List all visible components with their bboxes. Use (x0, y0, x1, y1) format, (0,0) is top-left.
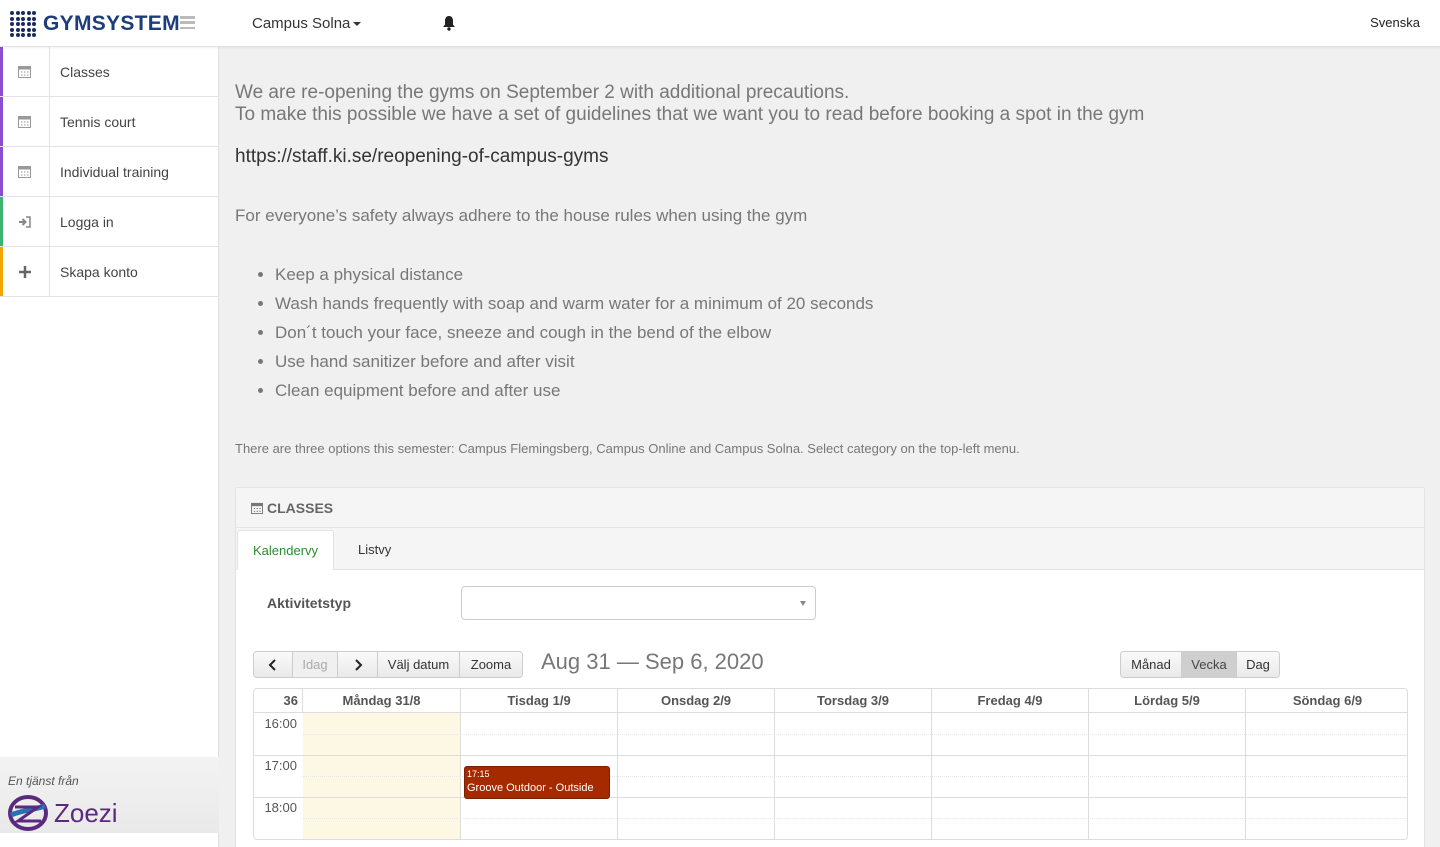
time-label: 17:00 (264, 758, 297, 773)
sidebar: Classes Tennis court Individual training… (0, 46, 219, 847)
tab-listvy[interactable]: Listvy (343, 530, 406, 570)
sidebar-item-label: Tennis court (60, 113, 136, 130)
options-text: There are three options this semester: C… (235, 441, 1020, 456)
date-range-title: Aug 31 — Sep 6, 2020 (541, 649, 764, 674)
week-view-button[interactable]: Vecka (1182, 652, 1237, 677)
guidelines-link[interactable]: https://staff.ki.se/reopening-of-campus-… (235, 146, 608, 168)
month-view-button[interactable]: Månad (1121, 652, 1182, 677)
list-item: Use hand sanitizer before and after visi… (275, 347, 873, 376)
day-header: Måndag 31/8 (303, 689, 461, 713)
item-color-bar (0, 147, 3, 196)
list-item: Clean equipment before and after use (275, 376, 873, 405)
event-name: Groove Outdoor - Outside (467, 782, 594, 794)
item-color-bar (0, 47, 3, 96)
sidebar-item-label: Classes (60, 63, 110, 80)
activity-type-label: Aktivitetstyp (267, 595, 352, 611)
plus-icon (0, 246, 50, 297)
chevron-left-icon (268, 658, 276, 671)
intro-text: We are re-opening the gyms on September … (235, 82, 1425, 126)
view-tabs: Kalendervy Listvy (236, 528, 1424, 570)
week-number: 36 (254, 689, 303, 713)
zoezi-logo: Zoezi (8, 793, 118, 833)
time-label: 16:00 (264, 716, 297, 731)
calendar-icon (0, 96, 50, 147)
item-color-bar (0, 247, 3, 296)
hour-line (254, 797, 1407, 798)
pick-date-button[interactable]: Välj datum (378, 652, 460, 677)
panel-title: CLASSES (267, 499, 334, 516)
hour-line (254, 839, 1408, 840)
half-hour-line (303, 734, 1407, 735)
calendar-icon (0, 146, 50, 197)
list-item: Wash hands frequently with soap and warm… (275, 289, 873, 318)
item-color-bar (0, 197, 3, 246)
prev-button[interactable] (254, 652, 293, 677)
day-header: Onsdag 2/9 (618, 689, 775, 713)
house-rules-list: Keep a physical distance Wash hands freq… (275, 260, 873, 405)
sidebar-item-classes[interactable]: Classes (0, 46, 218, 97)
day-header: Lördag 5/9 (1089, 689, 1246, 713)
calendar-nav-group: Idag Välj datum Zooma (253, 651, 523, 678)
sidebar-item-label: Logga in (60, 213, 114, 230)
caret-down-icon (353, 22, 362, 27)
panel-header: CLASSES (236, 488, 1424, 528)
day-header: Söndag 6/9 (1292, 693, 1363, 708)
sidebar-item-skapa-konto[interactable]: Skapa konto (0, 246, 218, 297)
logo-dots-icon (10, 11, 36, 37)
classes-panel: CLASSES Kalendervy Listvy Aktivitetstyp … (235, 487, 1425, 847)
today-button[interactable]: Idag (293, 652, 338, 677)
item-color-bar (0, 97, 3, 146)
day-header: Tisdag 1/9 (461, 689, 618, 713)
calendar-icon (251, 502, 263, 514)
language-switch[interactable]: Svenska (1370, 15, 1420, 30)
menu-toggle-icon[interactable] (180, 16, 195, 29)
gymsystem-logo[interactable]: GYMSYSTEM (10, 11, 180, 37)
tab-kalendervy[interactable]: Kalendervy (237, 530, 335, 570)
week-calendar: 36 Måndag 31/8 Tisdag 1/9 Onsdag 2/9 Tor… (253, 688, 1408, 840)
intro-line-1: We are re-opening the gyms on September … (235, 82, 850, 103)
sidebar-item-logga-in[interactable]: Logga in (0, 196, 218, 247)
safety-text: For everyone’s safety always adhere to t… (235, 206, 808, 225)
intro-line-2: To make this possible we have a set of g… (235, 104, 1145, 125)
campus-label: Campus Solna (252, 15, 351, 32)
hour-line (254, 755, 1407, 756)
calendar-event[interactable]: 17:15 Groove Outdoor - Outside (464, 766, 610, 799)
activity-type-select[interactable] (461, 586, 816, 620)
sidebar-item-individual-training[interactable]: Individual training (0, 146, 218, 197)
sidebar-item-label: Individual training (60, 163, 169, 180)
time-label: 18:00 (264, 800, 297, 815)
sidebar-item-label: Skapa konto (60, 263, 138, 280)
day-header: Fredag 4/9 (932, 689, 1089, 713)
top-bar: GYMSYSTEM Campus Solna Svenska (0, 0, 1440, 47)
view-switch-group: Månad Vecka Dag (1120, 651, 1280, 678)
bell-icon[interactable] (442, 15, 456, 31)
sidebar-item-tennis-court[interactable]: Tennis court (0, 96, 218, 147)
zoezi-footer[interactable]: En tjänst från Zoezi (0, 757, 219, 833)
dropdown-arrow-icon (800, 601, 806, 606)
zoezi-brand: Zoezi (54, 797, 118, 828)
event-time: 17:15 (467, 769, 490, 779)
day-header: Torsdag 3/9 (775, 689, 932, 713)
list-item: Keep a physical distance (275, 260, 873, 289)
logo-text: GYMSYSTEM (43, 12, 180, 35)
sign-in-icon (0, 196, 50, 247)
list-item: Don´t touch your face, sneeze and cough … (275, 318, 873, 347)
calendar-icon (0, 46, 50, 97)
zoom-button[interactable]: Zooma (460, 652, 522, 677)
calendar-header-row: 36 Måndag 31/8 Tisdag 1/9 Onsdag 2/9 Tor… (254, 689, 1407, 713)
next-button[interactable] (338, 652, 378, 677)
footer-tagline: En tjänst från (8, 774, 79, 788)
chevron-right-icon (354, 658, 362, 671)
zoezi-swoosh-icon (8, 795, 48, 831)
day-view-button[interactable]: Dag (1237, 652, 1279, 677)
campus-dropdown[interactable]: Campus Solna (252, 15, 362, 32)
half-hour-line (303, 818, 1407, 819)
